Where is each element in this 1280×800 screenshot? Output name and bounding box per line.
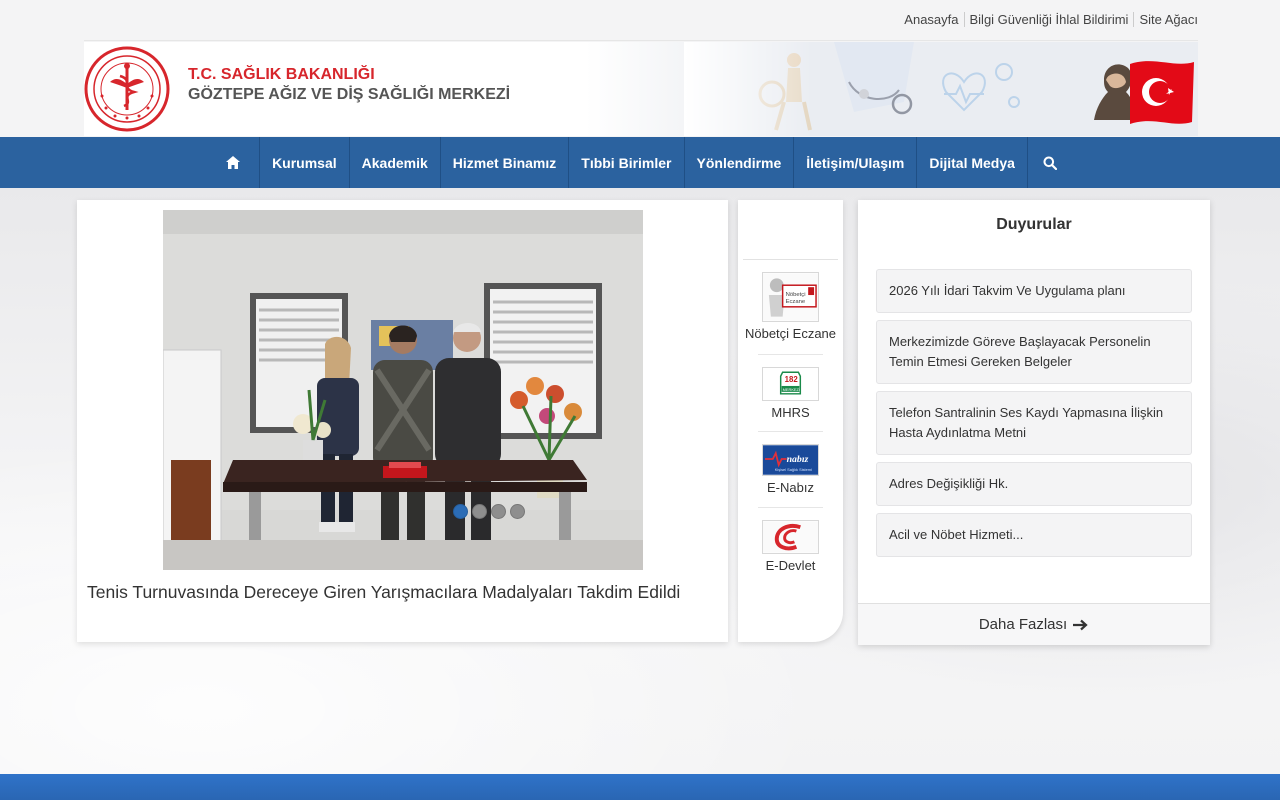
edevlet-icon	[762, 520, 819, 554]
quick-links-separator	[758, 431, 823, 432]
nav-item-kurumsal[interactable]: Kurumsal	[260, 137, 350, 188]
svg-text:nabız: nabız	[787, 454, 809, 465]
quick-links-panel: Nöbetçi Eczane Nöbetçi Eczane 182 MERKEZ…	[738, 200, 843, 642]
top-link-security-breach[interactable]: Bilgi Güvenliği İhlal Bildirimi	[965, 12, 1134, 27]
nav-item-yonlendirme[interactable]: Yönlendirme	[685, 137, 795, 188]
nav-item-akademik[interactable]: Akademik	[350, 137, 441, 188]
ministry-logo[interactable]	[84, 46, 170, 132]
slider-dots	[453, 504, 525, 519]
main-nav: Kurumsal Akademik Hizmet Binamız Tıbbi B…	[0, 137, 1280, 188]
announcements-list: 2026 Yılı İdari Takvim Ve Uygulama planı…	[876, 269, 1192, 564]
svg-text:182: 182	[785, 375, 799, 384]
search-icon	[1043, 156, 1057, 170]
announcement-item[interactable]: Adres Değişikliği Hk.	[876, 462, 1192, 506]
top-link-home[interactable]: Anasayfa	[899, 12, 963, 27]
more-label: Daha Fazlası	[978, 616, 1068, 633]
svg-text:Kişisel Sağlık Sistemi: Kişisel Sağlık Sistemi	[775, 467, 812, 472]
banner-illustration	[684, 42, 1198, 136]
slider-dot[interactable]	[491, 504, 506, 519]
quick-link-label: E-Nabız	[767, 480, 814, 495]
more-announcements-button[interactable]: Daha Fazlası	[858, 603, 1210, 645]
slider-dot[interactable]	[453, 504, 468, 519]
center-title: GÖZTEPE AĞIZ VE DİŞ SAĞLIĞI MERKEZİ	[188, 86, 511, 103]
announcement-item[interactable]: Acil ve Nöbet Hizmeti...	[876, 513, 1192, 557]
slider-caption[interactable]: Tenis Turnuvasında Dereceye Giren Yarışm…	[87, 582, 680, 603]
slider-dot[interactable]	[472, 504, 487, 519]
quick-link-label: E-Devlet	[765, 558, 816, 573]
arrow-right-icon	[1073, 619, 1088, 630]
turkish-flag-icon	[1130, 61, 1194, 124]
news-slider: Tenis Turnuvasında Dereceye Giren Yarışm…	[77, 200, 728, 642]
top-link-sitemap[interactable]: Site Ağacı	[1134, 12, 1198, 27]
announcement-item[interactable]: Telefon Santralinin Ses Kaydı Yapmasına …	[876, 391, 1192, 455]
announcement-item[interactable]: Merkezimizde Göreve Başlayacak Personeli…	[876, 320, 1192, 384]
footer-band	[0, 774, 1280, 800]
nav-search-button[interactable]	[1028, 137, 1072, 188]
mhrs-icon: 182 MERKEZİ	[762, 367, 819, 401]
svg-text:Eczane: Eczane	[786, 299, 806, 305]
top-divider	[84, 40, 1198, 41]
nav-item-hizmet-binamiz[interactable]: Hizmet Binamız	[441, 137, 570, 188]
quick-link-label: MHRS	[771, 405, 810, 420]
header-banner: T.C. SAĞLIK BAKANLIĞI GÖZTEPE AĞIZ VE Dİ…	[84, 42, 1198, 136]
quick-links-divider	[743, 259, 838, 260]
quick-link-e-devlet[interactable]: E-Devlet	[738, 520, 843, 573]
nav-item-tibbi-birimler[interactable]: Tıbbi Birimler	[569, 137, 685, 188]
announcement-item[interactable]: 2026 Yılı İdari Takvim Ve Uygulama planı	[876, 269, 1192, 313]
nav-item-dijital-medya[interactable]: Dijital Medya	[917, 137, 1028, 188]
quick-links-separator	[758, 507, 823, 508]
pharmacy-icon: Nöbetçi Eczane	[762, 272, 819, 322]
svg-text:MERKEZİ: MERKEZİ	[783, 387, 800, 392]
ministry-title: T.C. SAĞLIK BAKANLIĞI	[188, 66, 375, 83]
slider-dot[interactable]	[510, 504, 525, 519]
quick-link-e-nabiz[interactable]: nabız Kişisel Sağlık Sistemi E-Nabız	[738, 444, 843, 495]
top-links: Anasayfa Bilgi Güvenliği İhlal Bildirimi…	[899, 12, 1198, 27]
nav-item-iletisim-ulasim[interactable]: İletişim/Ulaşım	[794, 137, 918, 188]
slider-image	[163, 210, 643, 570]
quick-link-nobetci-eczane[interactable]: Nöbetçi Eczane Nöbetçi Eczane	[738, 272, 843, 341]
slider-photo[interactable]	[163, 210, 643, 570]
quick-link-label: Nöbetçi Eczane	[744, 326, 837, 341]
announcements-panel: Duyurular 2026 Yılı İdari Takvim Ve Uygu…	[858, 200, 1210, 645]
announcements-title: Duyurular	[996, 216, 1072, 233]
svg-text:Nöbetçi: Nöbetçi	[786, 292, 806, 298]
quick-link-mhrs[interactable]: 182 MERKEZİ MHRS	[738, 367, 843, 420]
enabiz-icon: nabız Kişisel Sağlık Sistemi	[762, 444, 819, 476]
home-icon	[226, 156, 241, 169]
nav-home-button[interactable]	[208, 137, 261, 188]
quick-links-separator	[758, 354, 823, 355]
